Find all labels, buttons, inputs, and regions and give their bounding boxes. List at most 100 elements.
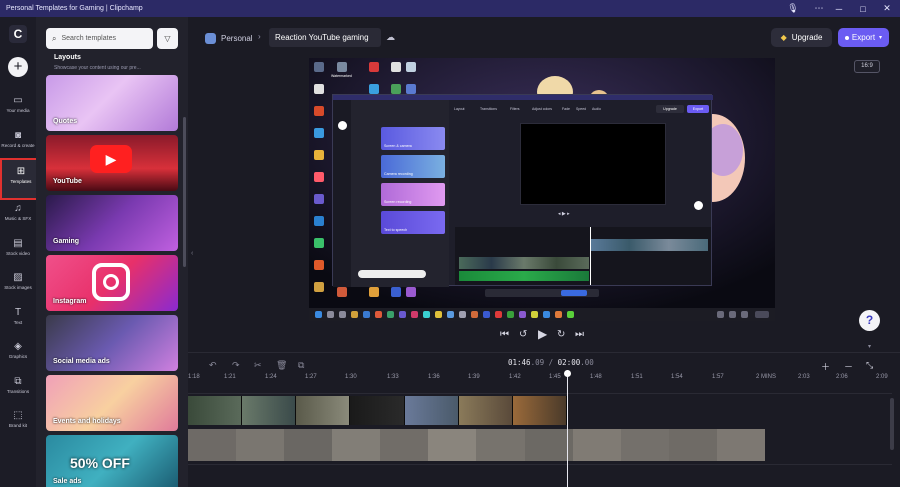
windows-taskbar [309, 308, 775, 321]
template-card-sale-ads[interactable]: 50% OFF Sale ads [46, 435, 178, 487]
overlay-segment [716, 429, 765, 461]
ruler-tick-label: 1:21 [224, 374, 236, 380]
template-card-events-and-holidays[interactable]: Events and holidays [46, 375, 178, 431]
nav-item-text[interactable]: T Text [0, 304, 36, 336]
fit-timeline-icon[interactable]: ⤡ [866, 360, 873, 371]
skip-forward-button[interactable]: ⏭ [575, 329, 584, 340]
microphone-icon[interactable]: 🎙 [780, 0, 806, 17]
video-track-clip[interactable] [188, 396, 567, 425]
play-button[interactable]: ▶ [538, 327, 547, 341]
nav-rail: C + ▭ Your media ◙ Record & create ⊞ Template… [0, 17, 42, 487]
ruler-tick-label: 1:27 [305, 374, 317, 380]
tray-icon [741, 311, 748, 318]
nav-item-label: Brand kit [8, 423, 28, 428]
overlay-segment [428, 429, 477, 461]
filter-button[interactable]: ▽ [157, 28, 178, 49]
nav-item-stock-video[interactable]: ▤ Stock video [0, 235, 36, 267]
template-card-label: Sale ads [53, 478, 82, 485]
ruler-tick-label: 2:09 [876, 374, 888, 380]
desktop-icon [369, 84, 379, 94]
timeline-scrollbar[interactable] [890, 398, 894, 450]
template-card-label: Instagram [53, 298, 87, 305]
zoom-in-icon[interactable]: ＋ [821, 360, 830, 373]
export-button[interactable]: Export ▾ [838, 28, 889, 47]
overlay-segment [236, 429, 285, 461]
search-box[interactable]: ⌕ Search templates [46, 28, 153, 49]
overlay-segment [188, 429, 237, 461]
timeline-playhead[interactable] [564, 370, 571, 487]
upgrade-button[interactable]: ◆ Upgrade [771, 28, 832, 47]
nav-item-record-create[interactable]: ◙ Record & create [0, 127, 36, 159]
close-window-button[interactable]: ✕ [874, 0, 900, 17]
inner-template-card: Camera recording [381, 155, 445, 178]
delete-icon[interactable]: 🗑 [276, 360, 287, 371]
collapse-panel-icon[interactable]: ‹ [191, 250, 193, 257]
chevron-down-icon[interactable]: ▾ [868, 343, 871, 350]
create-new-button[interactable]: + [8, 57, 28, 77]
maximize-button[interactable]: □ [850, 0, 876, 17]
inner-video-clip [459, 257, 589, 269]
inner-tab: Speed [576, 107, 587, 111]
rewind-5s-button[interactable]: ↺ [519, 329, 527, 340]
forward-5s-button[interactable]: ↻ [557, 329, 565, 340]
nav-item-templates[interactable]: ⊞ Templates [0, 158, 42, 200]
zoom-out-icon[interactable]: － [844, 360, 853, 373]
stop-sharing-button [561, 290, 587, 296]
redo-icon[interactable]: ↷ [232, 360, 240, 371]
section-title: Layouts [54, 54, 81, 61]
instagram-logo-icon [92, 263, 130, 301]
ruler-tick-label: 1:57 [712, 374, 724, 380]
window-title-bar: Personal Templates for Gaming | Clipcham… [0, 0, 900, 17]
inner-template-card: Screen & camera [381, 127, 445, 150]
overlay-track-clip[interactable] [188, 429, 765, 461]
taskbar-icon [411, 311, 418, 318]
clipchamp-logo: C [9, 25, 27, 43]
nav-item-graphics[interactable]: ◈ Graphics [0, 338, 36, 370]
panel-scrollbar[interactable] [183, 117, 186, 267]
desktop-icon [314, 260, 324, 270]
nav-item-stock-images[interactable]: ▨ Stock images [0, 269, 36, 301]
ruler-tick-label: 1:24 [265, 374, 277, 380]
inner-green-clip [459, 271, 589, 281]
inner-template-card: Screen recording [381, 183, 445, 206]
undo-icon[interactable]: ↶ [209, 360, 217, 371]
playhead-handle[interactable] [564, 370, 571, 377]
nav-item-brand-kit[interactable]: ⬚ Brand kit [0, 407, 36, 439]
inner-tab: Fade [562, 107, 570, 111]
nav-item-your-media[interactable]: ▭ Your media [0, 92, 36, 124]
nav-item-label: Transitions [6, 389, 30, 394]
desktop-icon [314, 238, 324, 248]
clip-frame [188, 396, 243, 425]
project-name-input[interactable]: Reaction YouTube gaming [269, 28, 381, 47]
workspace-selector[interactable]: Personal [205, 32, 253, 44]
split-icon[interactable]: ✂ [254, 360, 262, 371]
minimize-button[interactable]: ─ [826, 0, 852, 17]
search-input[interactable]: Search templates [61, 35, 115, 42]
inner-upgrade-button: Upgrade [656, 105, 684, 113]
ruler-tick-label: 2:03 [798, 374, 810, 380]
template-card-youtube[interactable]: ▶ YouTube [46, 135, 178, 191]
desktop-icon [337, 287, 347, 297]
current-frames: .09 [530, 358, 545, 367]
tray-icon [729, 311, 736, 318]
timeline-ruler[interactable]: 1:18 1:21 1:24 1:27 1:30 1:33 1:36 1:39 1:42 1:45… [188, 374, 900, 386]
help-button[interactable]: ? [859, 310, 880, 331]
window-title: Personal Templates for Gaming | Clipcham… [6, 5, 143, 12]
nav-item-transitions[interactable]: ⧉ Transitions [0, 373, 36, 405]
duplicate-icon[interactable]: ⧉ [298, 360, 304, 371]
template-card-instagram[interactable]: Instagram [46, 255, 178, 311]
video-preview[interactable]: Watermarked Screen & camera Camera recor… [309, 58, 775, 321]
template-card-label: Gaming [53, 238, 80, 245]
template-card-quotes[interactable]: Quotes [46, 75, 178, 131]
cloud-sync-icon[interactable]: ☁ [386, 32, 395, 43]
desktop-icon [391, 84, 401, 94]
track-divider [188, 393, 892, 394]
inner-video-clip [590, 239, 708, 251]
current-time: 01:46 [508, 358, 531, 367]
skip-back-button[interactable]: ⏮ [500, 329, 509, 340]
template-card-gaming[interactable]: Gaming [46, 195, 178, 251]
template-card-social-media-ads[interactable]: Social media ads [46, 315, 178, 371]
aspect-ratio-button[interactable]: 16:9 [854, 60, 880, 73]
nav-item-music-sfx[interactable]: ♫ Music & SFX [0, 200, 36, 232]
desktop-icon [406, 62, 416, 72]
